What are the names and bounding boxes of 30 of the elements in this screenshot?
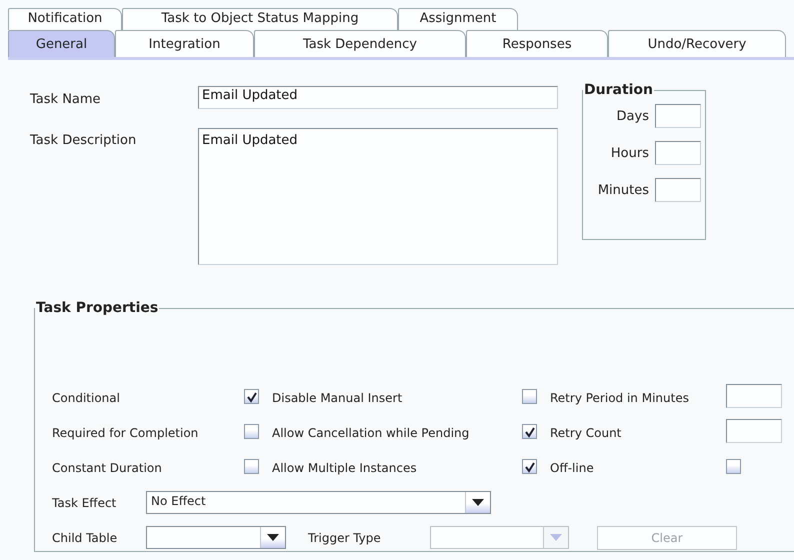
task-description-field[interactable]: Email Updated	[198, 128, 558, 265]
option-label: Constant Duration	[52, 460, 163, 474]
tab[interactable]: Assignment	[398, 8, 518, 30]
option-label: Retry Count	[550, 426, 622, 440]
tab[interactable]: Notification	[8, 8, 122, 30]
task-name-field[interactable]: Email Updated	[198, 86, 558, 109]
tab[interactable]: Responses	[466, 30, 608, 57]
tab[interactable]: Undo/Recovery	[608, 30, 786, 57]
field-label: Hours	[610, 146, 649, 160]
option-label: Conditional	[52, 390, 121, 404]
field-label: Minutes	[598, 182, 649, 198]
panel-title: Duration	[583, 82, 654, 98]
field-label: Task Description	[30, 133, 138, 148]
option-label: Off-line	[550, 460, 595, 474]
field-label: Task Effect	[52, 496, 118, 510]
field-label: Trigger Type	[308, 530, 382, 544]
field-label: Child Table	[52, 530, 118, 544]
tab[interactable]: Task to Object Status Mapping	[122, 8, 398, 30]
tab[interactable]: General	[8, 30, 115, 57]
option-label: Allow Cancellation while Pending	[272, 426, 470, 440]
panel-title: Task Properties	[35, 300, 160, 316]
tab[interactable]: Task Dependency	[254, 30, 466, 57]
option-label: Retry Period in Minutes	[550, 390, 690, 404]
task-effect-dropdown[interactable]: No Effect	[146, 491, 491, 514]
option-label: Allow Multiple Instances	[272, 460, 418, 474]
option-label: Disable Manual Insert	[272, 390, 404, 404]
field-label: Days	[616, 108, 649, 124]
tab[interactable]: Integration	[115, 30, 254, 57]
field-label: Task Name	[30, 92, 102, 107]
option-label: Required for Completion	[52, 426, 200, 440]
